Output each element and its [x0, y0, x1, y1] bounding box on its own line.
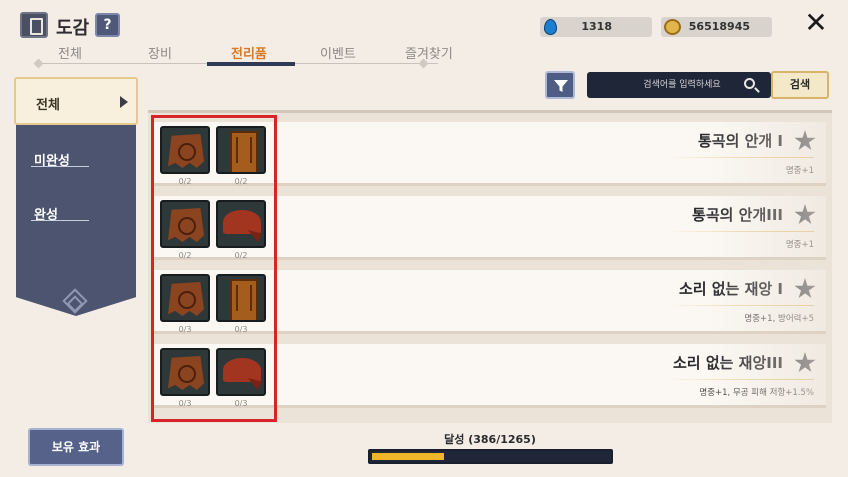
tab-loot[interactable]: 전리품	[231, 43, 267, 62]
collection-effect: 명중+1, 방어력+5	[744, 314, 814, 324]
tab-equipment[interactable]: 장비	[148, 43, 172, 62]
tab-active-indicator	[207, 62, 295, 66]
favorite-star-icon[interactable]	[794, 130, 816, 151]
search-input[interactable]	[627, 72, 737, 98]
sidebar-item-label: 전체	[36, 98, 60, 113]
book-icon	[20, 12, 48, 38]
water-drop-icon	[544, 19, 557, 35]
currency-gold-value: 56518945	[688, 20, 750, 33]
collection-effect: 명중+1	[785, 166, 814, 176]
filter-button[interactable]	[545, 71, 575, 99]
chevron-right-icon	[120, 96, 128, 108]
hold-effect-button[interactable]: 보유 효과	[28, 428, 124, 466]
collection-effect: 명중+1, 무공 피해 저항+1.5%	[699, 388, 814, 398]
collection-name: 소리 없는 재앙 I	[678, 280, 783, 298]
filter-icon	[554, 80, 568, 92]
progress-bar	[368, 449, 613, 464]
progress-label: 달성 (386/1265)	[444, 433, 536, 446]
tab-favorites[interactable]: 즐겨찾기	[405, 43, 453, 62]
tab-divider-left-diamond	[33, 58, 44, 69]
row-divider	[664, 305, 814, 306]
currency-gold: 56518945	[661, 17, 772, 37]
search-button[interactable]: 검색	[771, 71, 829, 99]
sidebar-divider	[31, 220, 89, 221]
search-box	[587, 72, 771, 98]
sidebar-item-all[interactable]: 전체	[14, 77, 138, 125]
favorite-star-icon[interactable]	[794, 204, 816, 225]
highlight-box	[151, 115, 277, 422]
favorite-star-icon[interactable]	[794, 278, 816, 299]
tab-event[interactable]: 이벤트	[320, 43, 356, 62]
currency-water: 1318	[540, 17, 652, 37]
search-icon[interactable]	[744, 78, 755, 89]
row-divider	[664, 157, 814, 158]
row-divider	[664, 379, 814, 380]
progress-fill	[372, 453, 444, 460]
help-button[interactable]: ?	[95, 13, 120, 37]
favorite-star-icon[interactable]	[794, 352, 816, 373]
collection-name: 통곡의 안개III	[692, 206, 783, 224]
row-divider	[664, 231, 814, 232]
collection-name: 소리 없는 재앙III	[673, 354, 783, 372]
close-button[interactable]: ✕	[803, 9, 829, 37]
collection-name: 통곡의 안개 I	[697, 132, 783, 150]
gold-coin-icon	[664, 19, 681, 35]
sidebar-divider	[31, 166, 89, 167]
currency-water-value: 1318	[581, 20, 612, 33]
page-title: 도감	[56, 18, 90, 39]
tab-all[interactable]: 전체	[58, 43, 82, 62]
collection-effect: 명중+1	[785, 240, 814, 250]
